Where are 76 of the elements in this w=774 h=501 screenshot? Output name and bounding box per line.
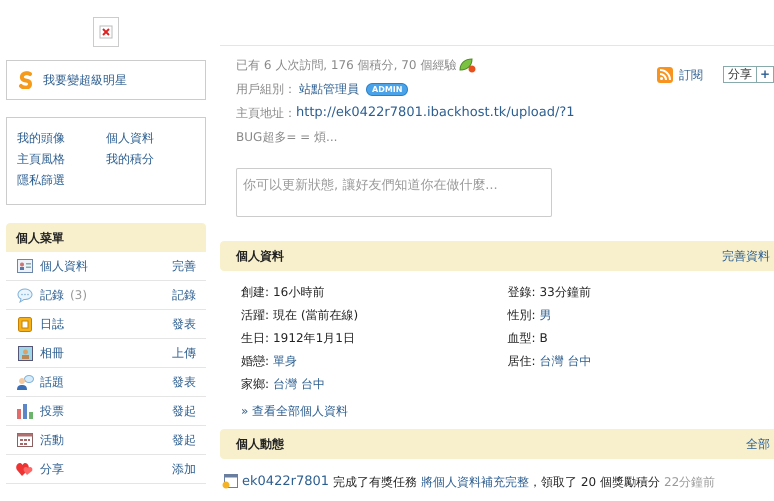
status-text: BUG超多= = 煩...	[236, 129, 338, 146]
quick-link[interactable]: 我的積分	[106, 151, 195, 167]
bar-chart-icon	[16, 403, 34, 419]
menu-header: 個人菜單	[6, 223, 206, 252]
field-value: B	[540, 330, 548, 347]
section-title: 個人動態	[236, 436, 284, 453]
quick-link[interactable]: 個人資料	[106, 130, 195, 146]
field-label: 性別:	[508, 307, 536, 324]
menu-action-link[interactable]: 上傳	[172, 344, 196, 362]
admin-badge: ADMIN	[366, 82, 408, 96]
field-value: 現在 (當前在線)	[273, 307, 358, 324]
photo-frame-icon	[18, 346, 32, 360]
menu-item-link[interactable]: 活動	[40, 431, 64, 449]
field-label: 活躍:	[241, 307, 270, 324]
calendar-icon	[17, 433, 33, 447]
field-label: 居住:	[508, 353, 536, 370]
person-speech-icon	[16, 374, 34, 390]
status-input[interactable]: 你可以更新狀態, 讓好友們知道你在做什麼...	[236, 168, 552, 217]
field-label: 家鄉:	[241, 376, 270, 393]
activity-user-link[interactable]: ek0422r7801	[242, 472, 330, 492]
leaf-icon	[458, 57, 476, 73]
menu-item-link[interactable]: 相冊	[40, 344, 64, 362]
section-action-link[interactable]: 完善資料	[722, 247, 770, 265]
section-title: 個人資料	[236, 248, 284, 265]
menu-action-link[interactable]: 完善	[172, 257, 196, 275]
star-link[interactable]: 我要變超級明星	[6, 60, 206, 100]
activity-result: ，領取了 20 個獎勵積分	[529, 474, 660, 491]
field-label: 登錄:	[508, 284, 536, 301]
swirl-icon	[17, 71, 35, 89]
menu-item-count: (3)	[70, 287, 87, 304]
field-label: 生日:	[241, 330, 270, 347]
rss-icon	[656, 67, 673, 83]
field-label: 血型:	[508, 330, 536, 347]
field-value[interactable]: 單身	[273, 352, 298, 370]
activity-task-link[interactable]: 將個人資料補充完整	[421, 472, 530, 491]
group-label: 用戶組別：	[236, 81, 296, 98]
menu-item-link[interactable]: 投票	[40, 402, 64, 420]
broken-image-icon	[93, 17, 119, 47]
menu-action-link[interactable]: 發起	[172, 402, 196, 420]
activity-text: 完成了有獎任務	[333, 474, 418, 491]
field-value[interactable]: 台灣 台中	[273, 375, 325, 393]
section-action-link[interactable]: 全部	[746, 435, 770, 453]
menu-action-link[interactable]: 發起	[172, 431, 196, 449]
homepage-link[interactable]: http://ek0422r7801.ibackhost.tk/upload/?1	[296, 104, 575, 122]
field-value[interactable]: 台灣 台中	[540, 352, 592, 370]
field-value: 1912年1月1日	[273, 330, 355, 347]
quick-link[interactable]: 主頁風格	[17, 151, 106, 167]
share-plus-button[interactable]: +	[756, 67, 773, 82]
activity-time: 22分鐘前	[664, 474, 716, 491]
menu-item-link[interactable]: 話題	[40, 373, 64, 391]
menu-action-link[interactable]: 發表	[172, 373, 196, 391]
menu-item-link[interactable]: 個人資料	[40, 257, 88, 275]
field-value: 16小時前	[273, 284, 324, 301]
quick-link[interactable]: 我的頭像	[17, 130, 106, 146]
hearts-icon	[16, 462, 34, 476]
field-label: 婚戀:	[241, 353, 270, 370]
subscribe-link[interactable]: 訂閱	[656, 66, 703, 84]
field-value: 33分鐘前	[540, 284, 591, 301]
notepad-icon	[18, 316, 32, 332]
field-label: 創建:	[241, 284, 270, 301]
quick-link[interactable]: 隱私篩選	[17, 172, 106, 188]
field-value[interactable]: 男	[540, 306, 552, 324]
share-button[interactable]: 分享	[724, 67, 756, 82]
homepage-label: 主頁地址：	[236, 105, 296, 122]
view-all-profile-link[interactable]: » 查看全部個人資料	[241, 402, 774, 420]
stats-text: 已有 6 人次訪問, 176 個積分, 70 個經驗	[236, 57, 456, 74]
menu-item-link[interactable]: 記錄	[40, 286, 64, 304]
menu-item-link[interactable]: 分享	[40, 460, 64, 478]
speech-bubble-icon	[17, 288, 33, 302]
menu-action-link[interactable]: 發表	[172, 315, 196, 333]
id-card-icon	[17, 259, 33, 273]
calendar-badge-icon	[222, 474, 238, 490]
menu-item-link[interactable]: 日誌	[40, 315, 64, 333]
menu-action-link[interactable]: 添加	[172, 460, 196, 478]
group-link[interactable]: 站點管理員	[299, 80, 359, 98]
menu-action-link[interactable]: 記錄	[172, 286, 196, 304]
